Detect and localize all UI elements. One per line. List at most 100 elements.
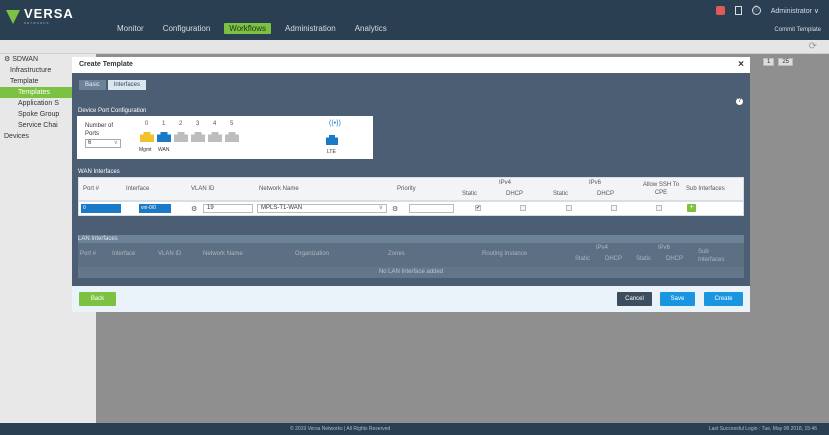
col-ipv4-static: Static — [462, 191, 478, 197]
col-priority: Priority — [397, 186, 416, 192]
ipv6-dhcp-checkbox[interactable] — [611, 205, 617, 211]
allow-ssh-checkbox[interactable] — [656, 205, 662, 211]
lan-interfaces-label: LAN Interfaces — [78, 236, 118, 242]
lan-interfaces-bar: LAN Interfaces — [78, 235, 744, 243]
top-right-tools: ⓘ Administrator ∨ — [715, 6, 819, 15]
nav-monitor[interactable]: Monitor — [112, 23, 149, 34]
chevron-down-icon: ∨ — [378, 205, 383, 211]
logo-text: VERSA — [24, 6, 74, 21]
port-5[interactable]: 5 — [225, 121, 239, 142]
col-interface: Interface — [112, 251, 136, 257]
col-network: Network Name — [259, 186, 299, 192]
col-organization: Organization — [295, 251, 330, 257]
save-button[interactable]: Save — [660, 292, 695, 306]
ipv6-static-checkbox[interactable] — [566, 205, 572, 211]
col-ipv6-static: Static — [553, 191, 569, 197]
page-number[interactable]: 1 — [762, 58, 775, 66]
device-port-config-panel: Number of Ports 6 ∨ 0 1 2 3 4 5 Mgmt WAN… — [77, 116, 373, 159]
tab-basic[interactable]: Basic — [79, 80, 106, 90]
nav-workflows[interactable]: Workflows — [224, 23, 272, 34]
col-ipv6-dhcp: DHCP — [597, 191, 615, 197]
logo-subtext: NETWORKS — [24, 21, 50, 25]
ethernet-port-icon — [191, 132, 205, 142]
network-name-select[interactable]: MPLS-T1-WAN ∨ — [257, 204, 387, 213]
col-port: Port # — [80, 251, 97, 257]
ethernet-port-icon — [157, 132, 171, 142]
nav-configuration[interactable]: Configuration — [158, 23, 216, 34]
col-ipv4: IPv4 — [596, 245, 609, 251]
wan-table-header: Port # Interface VLAN ID Network Name Pr… — [78, 177, 744, 201]
gear-icon[interactable]: ⚙ — [392, 205, 398, 213]
col-ipv4-dhcp: DHCP — [506, 191, 524, 197]
col-ipv4: IPv4 — [499, 180, 512, 186]
port-1[interactable]: 1 — [157, 121, 171, 142]
port-4[interactable]: 4 — [208, 121, 222, 142]
nav-analytics[interactable]: Analytics — [350, 23, 392, 34]
ipv4-static-checkbox[interactable]: ✔ — [475, 205, 481, 211]
tab-interfaces[interactable]: Interfaces — [107, 80, 147, 90]
lte-label: LTE — [327, 149, 336, 155]
alarm-bell-icon[interactable] — [715, 6, 725, 15]
modal-footer: Back Cancel Save Create — [72, 286, 750, 312]
back-button[interactable]: Back — [79, 292, 116, 306]
col-zones: Zones — [388, 251, 405, 257]
col-port: Port # — [83, 186, 100, 192]
nav-administration[interactable]: Administration — [280, 23, 341, 34]
col-ipv6-dhcp: DHCP — [666, 256, 684, 262]
commit-template-link[interactable]: Commit Template — [774, 27, 821, 33]
versa-logo[interactable]: VERSA NETWORKS — [6, 6, 74, 25]
document-icon[interactable] — [734, 6, 742, 15]
toolbar-strip: ⟳ — [0, 40, 829, 54]
cancel-button[interactable]: Cancel — [617, 292, 652, 306]
user-name: Administrator — [770, 7, 812, 15]
port-number: 1 — [162, 121, 166, 127]
ethernet-port-icon — [140, 132, 154, 142]
device-port-config-label: Device Port Configuration — [78, 108, 147, 114]
wan-interfaces-label: WAN Interfaces — [78, 169, 120, 175]
sidebar-item-label: SDWAN — [12, 56, 39, 63]
col-ipv4-static: Static — [575, 256, 591, 262]
gear-icon[interactable]: ⚙ — [191, 205, 197, 213]
lan-table-header: Port # Interface VLAN ID Network Name Or… — [78, 243, 744, 267]
help-icon[interactable]: ? — [736, 98, 743, 105]
pager: 1 25 — [762, 58, 793, 66]
page-size-select[interactable]: 25 — [778, 58, 793, 66]
port-0[interactable]: 0 — [140, 121, 154, 142]
col-ipv4-dhcp: DHCP — [605, 256, 623, 262]
create-template-modal: Create Template × Basic Interfaces ? Dev… — [72, 57, 750, 312]
number-of-ports-value: 6 — [88, 140, 92, 146]
chevron-down-icon: ∨ — [113, 140, 118, 146]
info-icon[interactable]: ⓘ — [751, 6, 761, 15]
port-3[interactable]: 3 — [191, 121, 205, 142]
add-sub-interface-button[interactable]: + — [687, 204, 696, 212]
number-of-ports-select[interactable]: 6 ∨ — [85, 139, 121, 148]
network-icon: ⚙ — [4, 56, 13, 63]
lan-empty-message: No LAN Interface added — [78, 267, 744, 278]
ipv4-dhcp-checkbox[interactable] — [520, 205, 526, 211]
close-icon[interactable]: × — [738, 59, 744, 70]
port-2[interactable]: 2 — [174, 121, 188, 142]
number-of-ports-label: Number of Ports — [85, 123, 114, 137]
mgmt-label: Mgmt — [139, 147, 152, 153]
top-nav-bar: VERSA NETWORKS Monitor Configuration Wor… — [0, 0, 829, 40]
chevron-down-icon: ∨ — [813, 7, 819, 15]
port-number: 4 — [213, 121, 217, 127]
refresh-icon[interactable]: ⟳ — [809, 41, 817, 52]
create-button[interactable]: Create — [704, 292, 743, 306]
modal-header: Create Template × — [72, 57, 750, 73]
vlan-id-input[interactable]: 19 — [203, 204, 253, 213]
col-routing-instance: Routing Instance — [482, 251, 528, 257]
main-nav: Monitor Configuration Workflows Administ… — [112, 23, 401, 34]
port-number: 3 — [196, 121, 200, 127]
wan-interface-select[interactable]: vni-0/0 — [139, 204, 171, 213]
network-name-value: MPLS-T1-WAN — [261, 205, 303, 211]
modal-title: Create Template — [79, 61, 133, 68]
col-sub-interfaces: Sub Interfaces — [698, 249, 725, 263]
col-allow-ssh: Allow SSH To CPE — [642, 182, 680, 196]
user-menu[interactable]: Administrator ∨ — [771, 7, 819, 15]
wireless-signal-icon: ((•)) — [329, 120, 341, 127]
wan-port-select[interactable]: 0 — [81, 204, 121, 213]
priority-input[interactable] — [409, 204, 454, 213]
lte-port-icon[interactable] — [326, 135, 338, 145]
copyright-text: © 2019 Versa Networks | All Rights Reser… — [290, 426, 391, 432]
